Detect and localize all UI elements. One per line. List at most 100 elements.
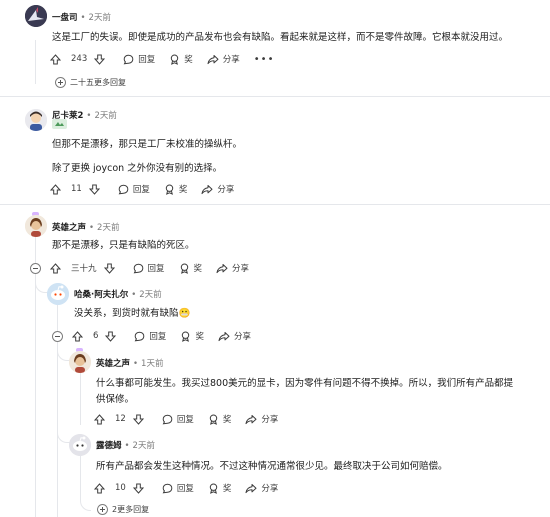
timestamp[interactable]: 2天前 (97, 223, 119, 233)
avatar[interactable] (47, 283, 69, 305)
character-avatar-icon (25, 215, 47, 237)
upvote-icon[interactable] (50, 262, 61, 274)
thread-connector (57, 342, 70, 361)
more-replies-link[interactable]: 2更多回复 (112, 504, 149, 515)
flair-icon (52, 119, 67, 129)
separator-dot: • (86, 111, 92, 121)
award-label: 奖 (195, 332, 204, 342)
timestamp[interactable]: 2天前 (89, 13, 111, 23)
award-button[interactable]: 奖 (179, 262, 202, 274)
share-button[interactable]: 分享 (245, 482, 278, 494)
expand-icon[interactable] (97, 504, 108, 515)
award-button[interactable]: 奖 (208, 482, 231, 494)
author-name[interactable]: 英雄之声 (96, 359, 130, 369)
author-name[interactable]: 英雄之声 (52, 223, 86, 233)
collapse-icon[interactable] (30, 263, 41, 274)
thread-connector (35, 274, 48, 293)
comment-body: 这是工厂的失误。即使是成功的产品发布也会有缺陷。看起来就是这样，而不是零件故障。… (52, 30, 508, 46)
more-options-button[interactable]: ••• (254, 54, 275, 65)
timestamp[interactable]: 1天前 (141, 359, 163, 369)
vote-count: 12 (115, 414, 126, 424)
downvote-icon[interactable] (132, 483, 144, 494)
upvote-icon[interactable] (94, 413, 105, 425)
comment-line: 没关系，到货时就有缺陷😬 (74, 308, 191, 319)
comment-line: 那不是漂移，只是有缺陷的死区。 (52, 240, 195, 251)
reply-button[interactable]: 回复 (123, 53, 155, 65)
reply-label: 回复 (176, 415, 194, 425)
share-icon (201, 184, 213, 194)
comment-body: 所有产品都会发生这种情况。不过这种情况通常很少见。最终取决于公司如何赔偿。 (96, 459, 448, 475)
author-name[interactable]: 露德姆 (96, 441, 122, 451)
avatar[interactable] (25, 215, 47, 237)
separator-dot: • (133, 359, 139, 369)
timestamp[interactable]: 2天前 (139, 290, 161, 300)
reply-button[interactable]: 回复 (134, 330, 166, 342)
author-name[interactable]: 哈桑·阿夫扎尔 (74, 290, 128, 300)
thread-line (80, 373, 81, 425)
reply-label: 回复 (138, 55, 156, 65)
expand-icon[interactable] (55, 77, 66, 88)
comment-actions: 11 回复 奖 分享 (50, 181, 248, 197)
upvote-icon[interactable] (50, 53, 61, 65)
author-name[interactable]: 一盘司 (52, 13, 78, 23)
share-icon (218, 331, 230, 341)
thread-line (35, 40, 36, 84)
avatar[interactable] (69, 434, 91, 456)
comment-line: 但那不是漂移，那只是工厂未校准的操纵杆。 (52, 139, 243, 150)
vote-group: 243 (50, 53, 109, 65)
award-icon (209, 482, 218, 494)
thread-line (35, 275, 36, 517)
separator-dot: • (80, 13, 86, 23)
comment-actions: 6 回复 奖 分享 (72, 328, 265, 344)
reply-label: 回复 (147, 264, 165, 274)
downvote-icon[interactable] (105, 331, 117, 342)
downvote-icon[interactable] (94, 54, 106, 65)
upvote-icon[interactable] (72, 330, 83, 342)
timestamp[interactable]: 2天前 (94, 111, 116, 121)
share-button[interactable]: 分享 (216, 262, 249, 274)
downvote-icon[interactable] (103, 263, 115, 274)
upvote-icon[interactable] (50, 183, 61, 195)
timestamp[interactable]: 2天前 (133, 441, 155, 451)
share-button[interactable]: 分享 (201, 183, 234, 195)
upvote-icon[interactable] (94, 482, 105, 494)
vote-count: 三十九 (71, 264, 97, 274)
award-icon (209, 413, 218, 425)
share-label: 分享 (233, 332, 251, 342)
reply-button[interactable]: 回复 (133, 262, 165, 274)
vote-group: 三十九 (50, 262, 119, 274)
reply-label: 回复 (149, 332, 167, 342)
reply-button[interactable]: 回复 (162, 413, 194, 425)
comment-actions: 三十九 回复 奖 分享 (50, 260, 263, 276)
reply-button[interactable]: 回复 (118, 183, 150, 195)
share-label: 分享 (232, 264, 250, 274)
reply-label: 回复 (132, 185, 150, 195)
award-button[interactable]: 奖 (164, 183, 188, 195)
share-button[interactable]: 分享 (207, 53, 240, 65)
avatar[interactable] (25, 5, 47, 27)
comment-actions: 10 回复 奖 分享 (94, 480, 292, 496)
comment-actions: 243 回复 奖 分享 ••• (50, 51, 274, 67)
comment-header: 英雄之声 • 2天前 (52, 221, 119, 233)
reply-button[interactable]: 回复 (162, 482, 194, 494)
award-label: 奖 (178, 185, 188, 195)
award-icon (180, 262, 188, 274)
avatar[interactable] (25, 109, 47, 131)
comment-line: 除了更换 joycon 之外你没有别的选择。 (52, 163, 223, 174)
award-button[interactable]: 奖 (180, 330, 204, 342)
comment-bubble-icon (123, 54, 134, 64)
share-button[interactable]: 分享 (218, 330, 251, 342)
downvote-icon[interactable] (88, 184, 100, 195)
avatar[interactable] (69, 351, 91, 373)
downvote-icon[interactable] (132, 414, 144, 425)
award-button[interactable]: 奖 (208, 413, 231, 425)
award-label: 奖 (184, 55, 193, 65)
award-button[interactable]: 奖 (169, 53, 193, 65)
comment-bubble-icon (162, 414, 173, 424)
share-label: 分享 (217, 185, 235, 195)
share-button[interactable]: 分享 (245, 413, 278, 425)
more-replies-link[interactable]: 二十五更多回复 (70, 77, 126, 88)
share-icon (245, 483, 257, 493)
comment-line: 供保修。 (96, 394, 135, 405)
collapse-icon[interactable] (52, 331, 63, 342)
